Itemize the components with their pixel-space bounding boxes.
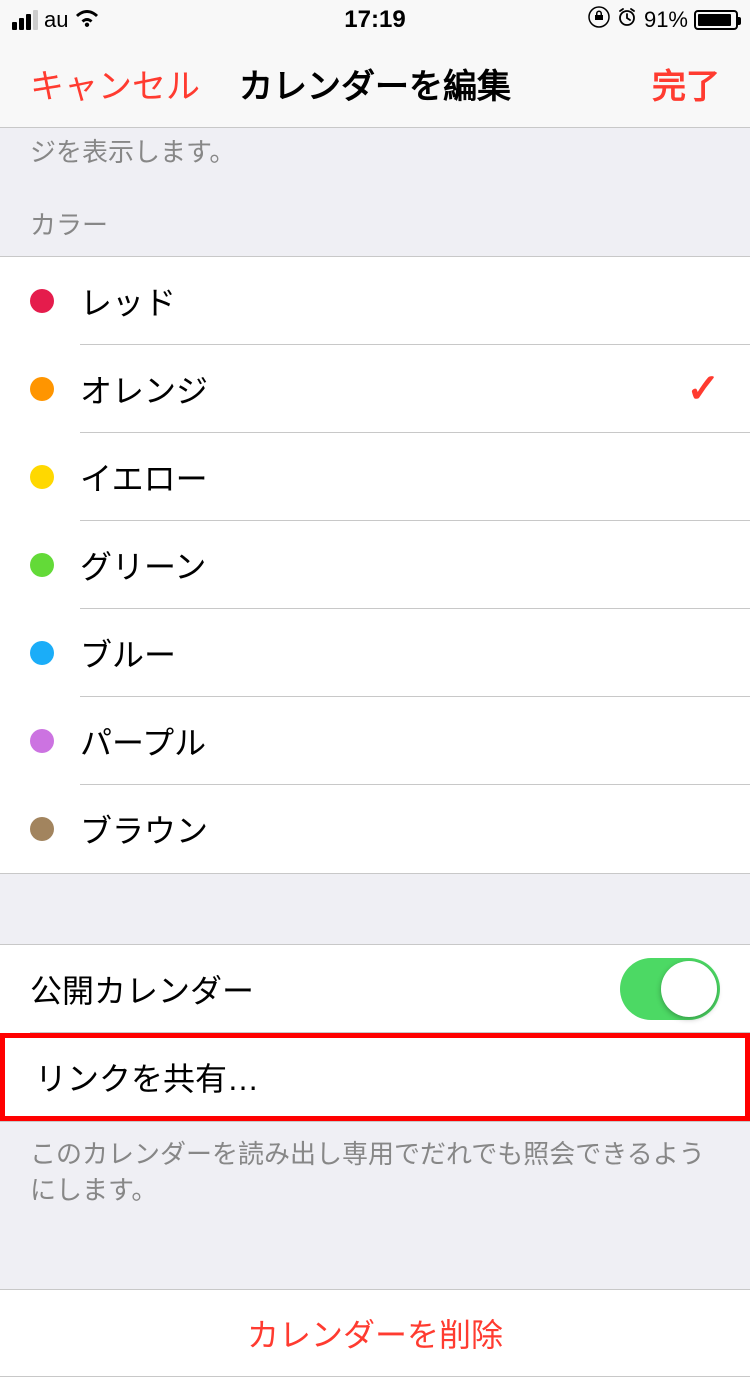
checkmark-icon: ✓: [686, 366, 720, 412]
color-row-brown[interactable]: ブラウン: [0, 785, 750, 873]
color-label: ブルー: [80, 630, 720, 676]
public-calendar-label: 公開カレンダー: [30, 966, 620, 1012]
color-dot-blue: [30, 641, 54, 665]
color-row-blue[interactable]: ブルー: [0, 609, 750, 697]
battery-percent: 91%: [644, 7, 688, 33]
color-label: レッド: [80, 278, 720, 324]
wifi-icon: [74, 7, 100, 33]
public-calendar-row: 公開カレンダー: [0, 945, 750, 1033]
status-bar: au 17:19 91%: [0, 0, 750, 40]
color-dot-green: [30, 553, 54, 577]
cancel-button[interactable]: キャンセル: [30, 59, 200, 108]
public-calendar-footer: このカレンダーを読み出し専用でだれでも照会できるようにします。: [0, 1122, 750, 1229]
color-label: イエロー: [80, 454, 720, 500]
color-label: パープル: [80, 718, 720, 764]
orientation-lock-icon: [588, 6, 610, 34]
color-row-green[interactable]: グリーン: [0, 521, 750, 609]
color-dot-orange: [30, 377, 54, 401]
color-row-purple[interactable]: パープル: [0, 697, 750, 785]
delete-calendar-label: カレンダーを削除: [247, 1310, 503, 1356]
share-link-label: リンクを共有…: [35, 1054, 715, 1100]
carrier-label: au: [44, 7, 68, 33]
color-dot-red: [30, 289, 54, 313]
color-section-header: カラー: [0, 185, 750, 256]
color-row-yellow[interactable]: イエロー: [0, 433, 750, 521]
status-right: 91%: [588, 6, 738, 34]
color-label: ブラウン: [80, 806, 720, 852]
share-link-row[interactable]: リンクを共有…: [0, 1033, 750, 1121]
status-time: 17:19: [344, 6, 405, 34]
battery-icon: [694, 10, 738, 30]
signal-strength-icon: [12, 10, 38, 30]
color-dot-brown: [30, 817, 54, 841]
page-title: カレンダーを編集: [239, 59, 511, 108]
color-label: オレンジ: [80, 366, 686, 412]
color-row-orange[interactable]: オレンジ ✓: [0, 345, 750, 433]
public-calendar-group: 公開カレンダー リンクを共有…: [0, 944, 750, 1122]
color-dot-yellow: [30, 465, 54, 489]
public-calendar-toggle[interactable]: [620, 958, 720, 1020]
color-list: レッド オレンジ ✓ イエロー グリーン ブルー パープル ブラウン: [0, 256, 750, 874]
partial-footer-text: ジを表示します。: [0, 128, 750, 185]
status-left: au: [12, 7, 100, 33]
delete-calendar-button[interactable]: カレンダーを削除: [0, 1289, 750, 1377]
color-row-red[interactable]: レッド: [0, 257, 750, 345]
nav-bar: キャンセル カレンダーを編集 完了: [0, 40, 750, 128]
alarm-icon: [616, 6, 638, 34]
color-label: グリーン: [80, 542, 720, 588]
color-dot-purple: [30, 729, 54, 753]
toggle-knob: [661, 961, 717, 1017]
done-button[interactable]: 完了: [652, 59, 720, 108]
